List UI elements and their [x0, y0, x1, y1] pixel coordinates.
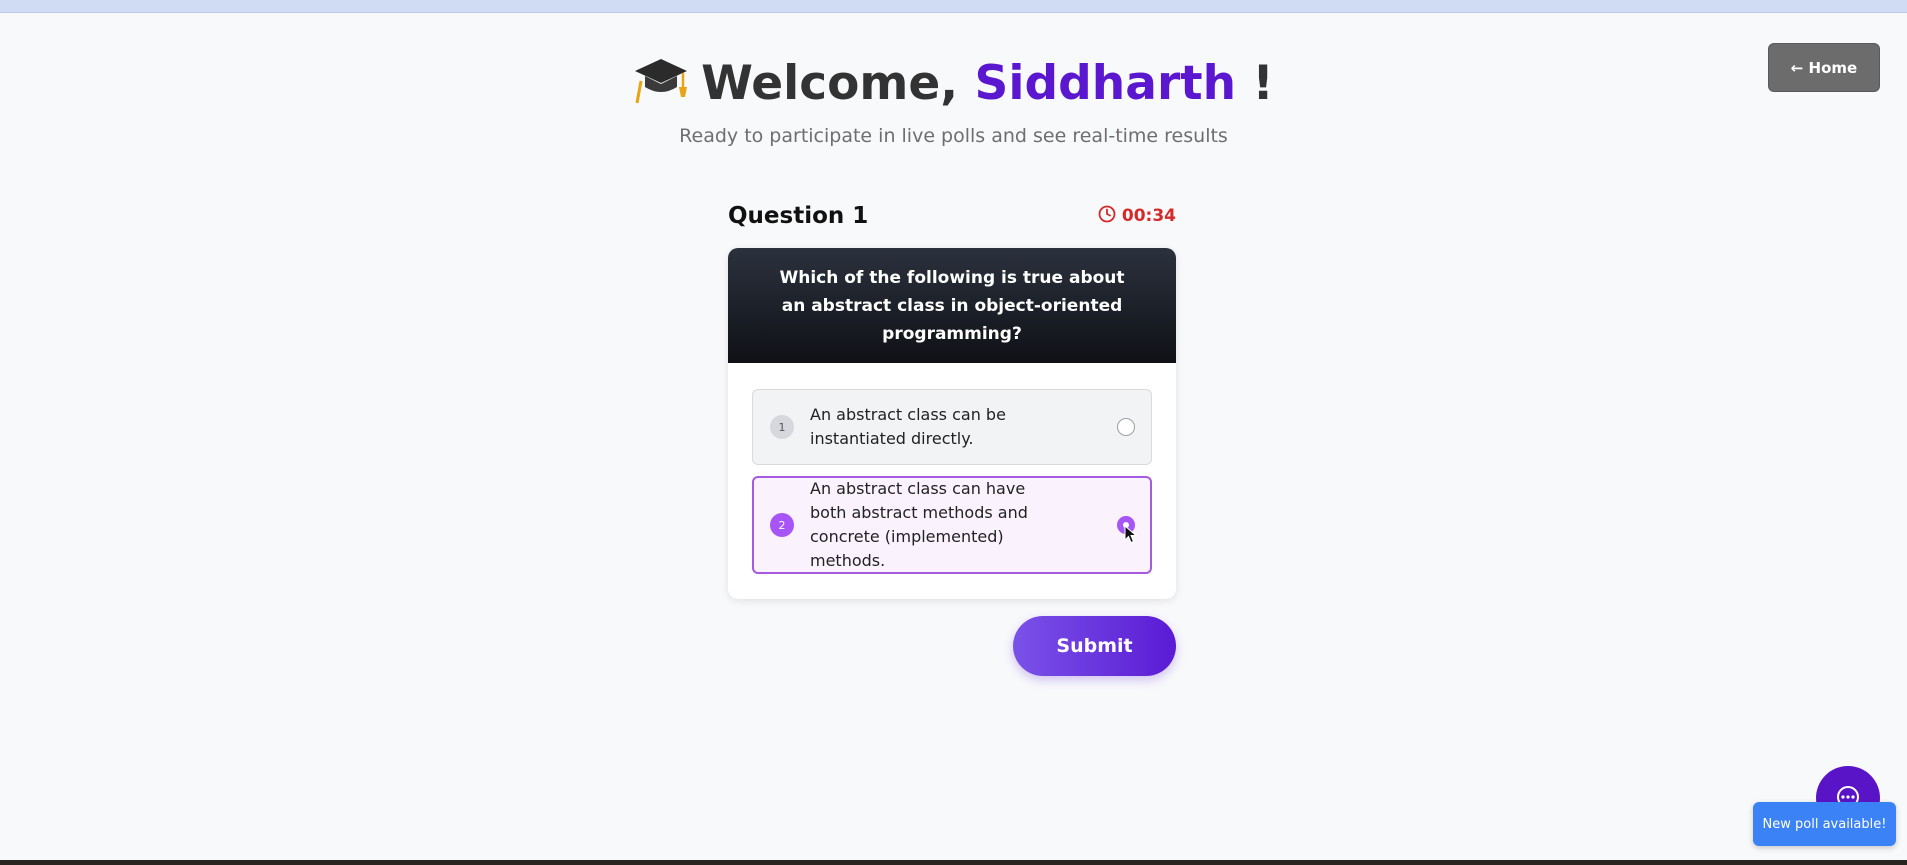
bottom-edge — [0, 860, 1907, 865]
mouse-cursor-icon — [1124, 524, 1138, 549]
timer-value: 00:34 — [1121, 206, 1176, 226]
page-title: Welcome, Siddharth ! — [0, 52, 1907, 122]
option-radio[interactable] — [1117, 418, 1135, 436]
user-name: Siddharth — [974, 56, 1237, 111]
option-1[interactable]: 1 An abstract class can be instantiated … — [752, 389, 1152, 465]
browser-top-bar — [0, 0, 1907, 13]
new-poll-toast[interactable]: New poll available! — [1753, 802, 1896, 846]
question-label: Question 1 — [728, 203, 869, 229]
timer: 00:34 — [1098, 205, 1176, 228]
option-text: An abstract class can be instantiated di… — [810, 405, 1006, 448]
option-text: An abstract class can have both abstract… — [810, 479, 1028, 570]
greeting-text: Welcome, — [701, 56, 959, 111]
clock-icon — [1098, 205, 1116, 228]
option-2[interactable]: 2 An abstract class can have both abstra… — [752, 476, 1152, 574]
greeting-exclaim: ! — [1252, 56, 1274, 111]
graduation-cap-icon — [633, 55, 689, 122]
question-card: Which of the following is true about an … — [728, 248, 1176, 599]
submit-button[interactable]: Submit — [1013, 616, 1176, 676]
page-subtitle: Ready to participate in live polls and s… — [679, 125, 1228, 147]
question-header: Question 1 00:34 — [728, 200, 1176, 232]
question-text: Which of the following is true about an … — [728, 248, 1176, 363]
option-number: 2 — [770, 513, 794, 537]
option-number: 1 — [770, 415, 794, 439]
